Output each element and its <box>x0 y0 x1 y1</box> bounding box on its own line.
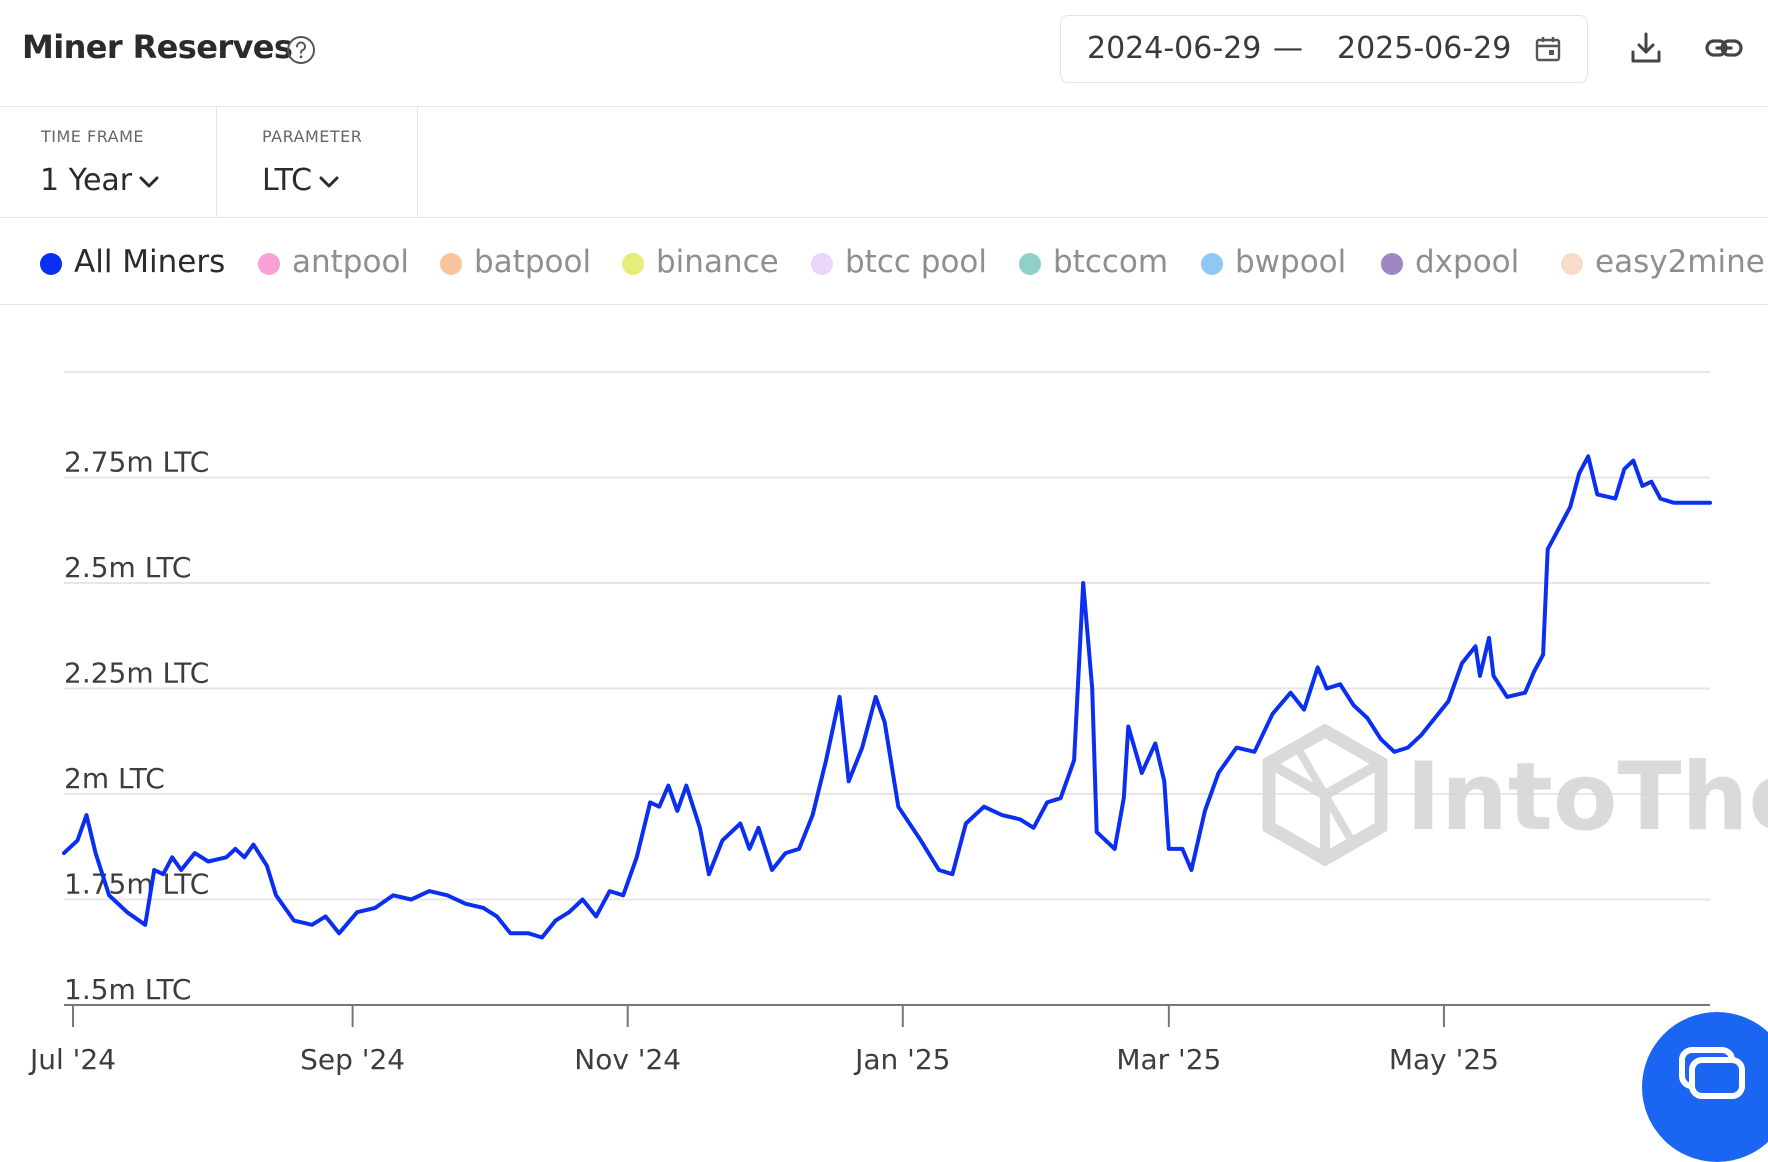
legend-dot <box>258 253 280 275</box>
y-tick-label: 2.5m LTC <box>64 551 191 584</box>
legend-dot <box>622 253 644 275</box>
y-tick-label: 2.25m LTC <box>64 657 209 690</box>
date-start: 2024-06-29 <box>1087 31 1262 66</box>
x-tick-label: Jul '24 <box>28 1043 116 1076</box>
legend-dot <box>1019 253 1041 275</box>
legend-dot <box>1201 253 1223 275</box>
date-range-picker[interactable]: 2024-06-29 — 2025-06-29 <box>1060 15 1588 83</box>
parameter-dropdown[interactable]: PARAMETER LTC <box>217 107 418 217</box>
chart-header: Miner Reserves 2024-06-29 — 2025-06-29 <box>0 0 1768 107</box>
miner-reserves-chart[interactable]: IntoTheBlock 1.5m LTC 1.75m LTC 2m LTC 2.25… <box>0 305 1768 1095</box>
chevron-down-icon <box>139 176 159 187</box>
legend-dot <box>440 253 462 275</box>
filter-bar: TIME FRAME 1 Year PARAMETER LTC <box>0 107 1768 218</box>
legend-dot <box>1381 253 1403 275</box>
chevron-down-icon <box>319 176 339 187</box>
help-icon[interactable] <box>286 35 316 65</box>
watermark-text: IntoTheBlock <box>1406 743 1768 852</box>
calendar-icon <box>1535 37 1561 62</box>
x-tick-label: Nov '24 <box>574 1043 681 1076</box>
series-line-all-miners <box>62 454 1712 940</box>
page-title: Miner Reserves <box>22 28 293 66</box>
y-tick-label: 1.5m LTC <box>64 973 191 1006</box>
y-axis-labels: 1.5m LTC 1.75m LTC 2m LTC 2.25m LTC 2.5m LTC… <box>64 446 209 1007</box>
legend-label: binance <box>656 244 779 280</box>
legend-label: btcc pool <box>845 244 987 280</box>
link-icon[interactable] <box>1704 30 1744 66</box>
y-tick-label: 2m LTC <box>64 762 165 795</box>
x-tick-label: Jan '25 <box>853 1043 950 1076</box>
legend-label: btccom <box>1053 244 1169 280</box>
time-frame-value: 1 Year <box>40 163 160 198</box>
parameter-value: LTC <box>262 163 340 198</box>
parameter-label: PARAMETER <box>262 127 363 146</box>
time-frame-label: TIME FRAME <box>41 127 145 146</box>
x-axis-ticks: Jul '24 Sep '24 Nov '24 Jan '25 Mar '25 May '… <box>28 1005 1499 1076</box>
x-tick-label: Sep '24 <box>300 1043 405 1076</box>
legend-dot <box>811 253 833 275</box>
series-legend: All Miners antpool batpool binance btcc … <box>0 218 1768 305</box>
legend-label: easy2mine <box>1595 244 1765 280</box>
legend-dot <box>1561 253 1583 275</box>
legend-label: antpool <box>292 244 410 280</box>
x-tick-label: May '25 <box>1389 1043 1499 1076</box>
download-icon[interactable] <box>1628 30 1664 66</box>
legend-label: All Miners <box>74 244 226 280</box>
date-separator: — <box>1273 31 1303 66</box>
y-tick-label: 2.75m LTC <box>64 446 209 479</box>
time-frame-dropdown[interactable]: TIME FRAME 1 Year <box>0 107 217 217</box>
x-tick-label: Mar '25 <box>1116 1043 1221 1076</box>
legend-dot <box>40 253 62 275</box>
y-tick-label: 1.75m LTC <box>64 868 209 901</box>
legend-label: bwpool <box>1235 244 1347 280</box>
legend-label: dxpool <box>1415 244 1520 280</box>
legend-label: batpool <box>474 244 592 280</box>
date-end: 2025-06-29 <box>1337 31 1512 66</box>
chat-icon <box>1679 1047 1745 1099</box>
